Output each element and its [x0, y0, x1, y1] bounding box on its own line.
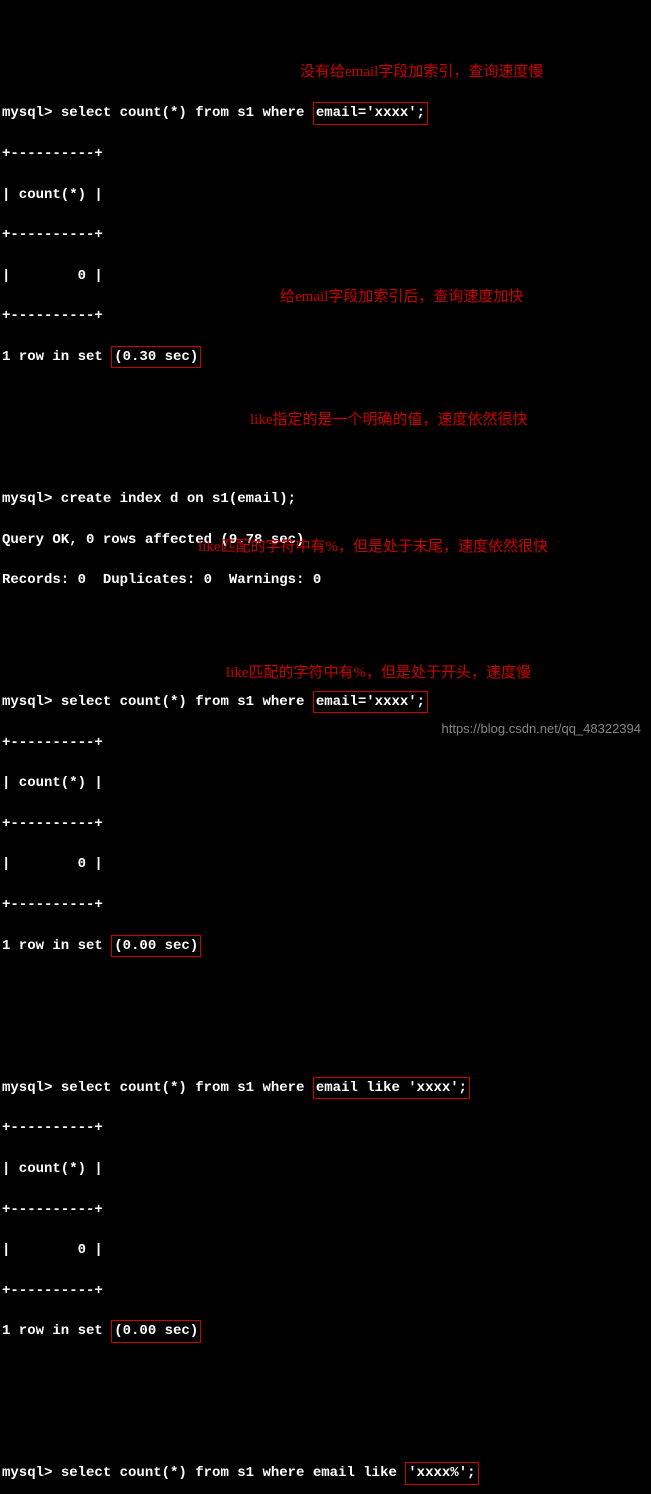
query-pre: select count(*) from s1 where — [61, 1080, 313, 1096]
watermark: https://blog.csdn.net/qq_48322394 — [442, 720, 642, 739]
annotation: like匹配的字符中有%，但是处于末尾，速度依然很快 — [198, 537, 548, 559]
annotation: like匹配的字符中有%，但是处于开头，速度慢 — [226, 663, 531, 685]
highlight-where-clause: 'xxxx%'; — [405, 1462, 478, 1484]
result-line: 1 row in set (0.00 sec) — [2, 1321, 651, 1341]
table-sep: +----------+ — [2, 306, 651, 326]
row-pre: 1 row in set — [2, 938, 111, 954]
highlight-where-clause: email='xxxx'; — [313, 691, 428, 713]
table-sep: +----------+ — [2, 144, 651, 164]
query-line: mysql> select count(*) from s1 where ema… — [2, 1463, 651, 1483]
table-value: | 0 | — [2, 266, 651, 286]
highlight-timing: (0.30 sec) — [111, 346, 201, 368]
annotation: 给email字段加索引后，查询速度加快 — [280, 287, 523, 309]
highlight-timing: (0.00 sec) — [111, 1320, 201, 1342]
query-line: mysql> select count(*) from s1 where ema… — [2, 1078, 651, 1098]
table-sep: +----------+ — [2, 1118, 651, 1138]
table-sep: +----------+ — [2, 1281, 651, 1301]
highlight-where-clause: email='xxxx'; — [313, 102, 428, 124]
query-pre: select count(*) from s1 where — [61, 105, 313, 121]
table-sep: +----------+ — [2, 225, 651, 245]
table-sep: +----------+ — [2, 895, 651, 915]
result-line: 1 row in set (0.30 sec) — [2, 347, 651, 367]
mysql-prompt: mysql> — [2, 1080, 61, 1096]
table-value: | 0 | — [2, 854, 651, 874]
mysql-prompt: mysql> — [2, 105, 61, 121]
records-line: Records: 0 Duplicates: 0 Warnings: 0 — [2, 570, 651, 590]
table-sep: +----------+ — [2, 814, 651, 834]
row-pre: 1 row in set — [2, 349, 111, 365]
query-line: mysql> select count(*) from s1 where ema… — [2, 103, 651, 123]
table-value: | 0 | — [2, 1240, 651, 1260]
query-pre: select count(*) from s1 where — [61, 694, 313, 710]
highlight-where-clause: email like 'xxxx'; — [313, 1077, 470, 1099]
mysql-prompt: mysql> — [2, 1465, 61, 1481]
annotation: 没有给email字段加索引，查询速度慢 — [300, 62, 543, 84]
row-pre: 1 row in set — [2, 1323, 111, 1339]
highlight-timing: (0.00 sec) — [111, 935, 201, 957]
mysql-prompt: mysql> — [2, 694, 61, 710]
query-line: mysql> select count(*) from s1 where ema… — [2, 692, 651, 712]
result-line: 1 row in set (0.00 sec) — [2, 936, 651, 956]
table-sep: +----------+ — [2, 1200, 651, 1220]
table-header: | count(*) | — [2, 185, 651, 205]
annotation: like指定的是一个明确的值，速度依然很快 — [250, 410, 528, 432]
create-index-line: mysql> create index d on s1(email); — [2, 489, 651, 509]
query-pre: select count(*) from s1 where email like — [61, 1465, 405, 1481]
table-header: | count(*) | — [2, 1159, 651, 1179]
table-header: | count(*) | — [2, 773, 651, 793]
